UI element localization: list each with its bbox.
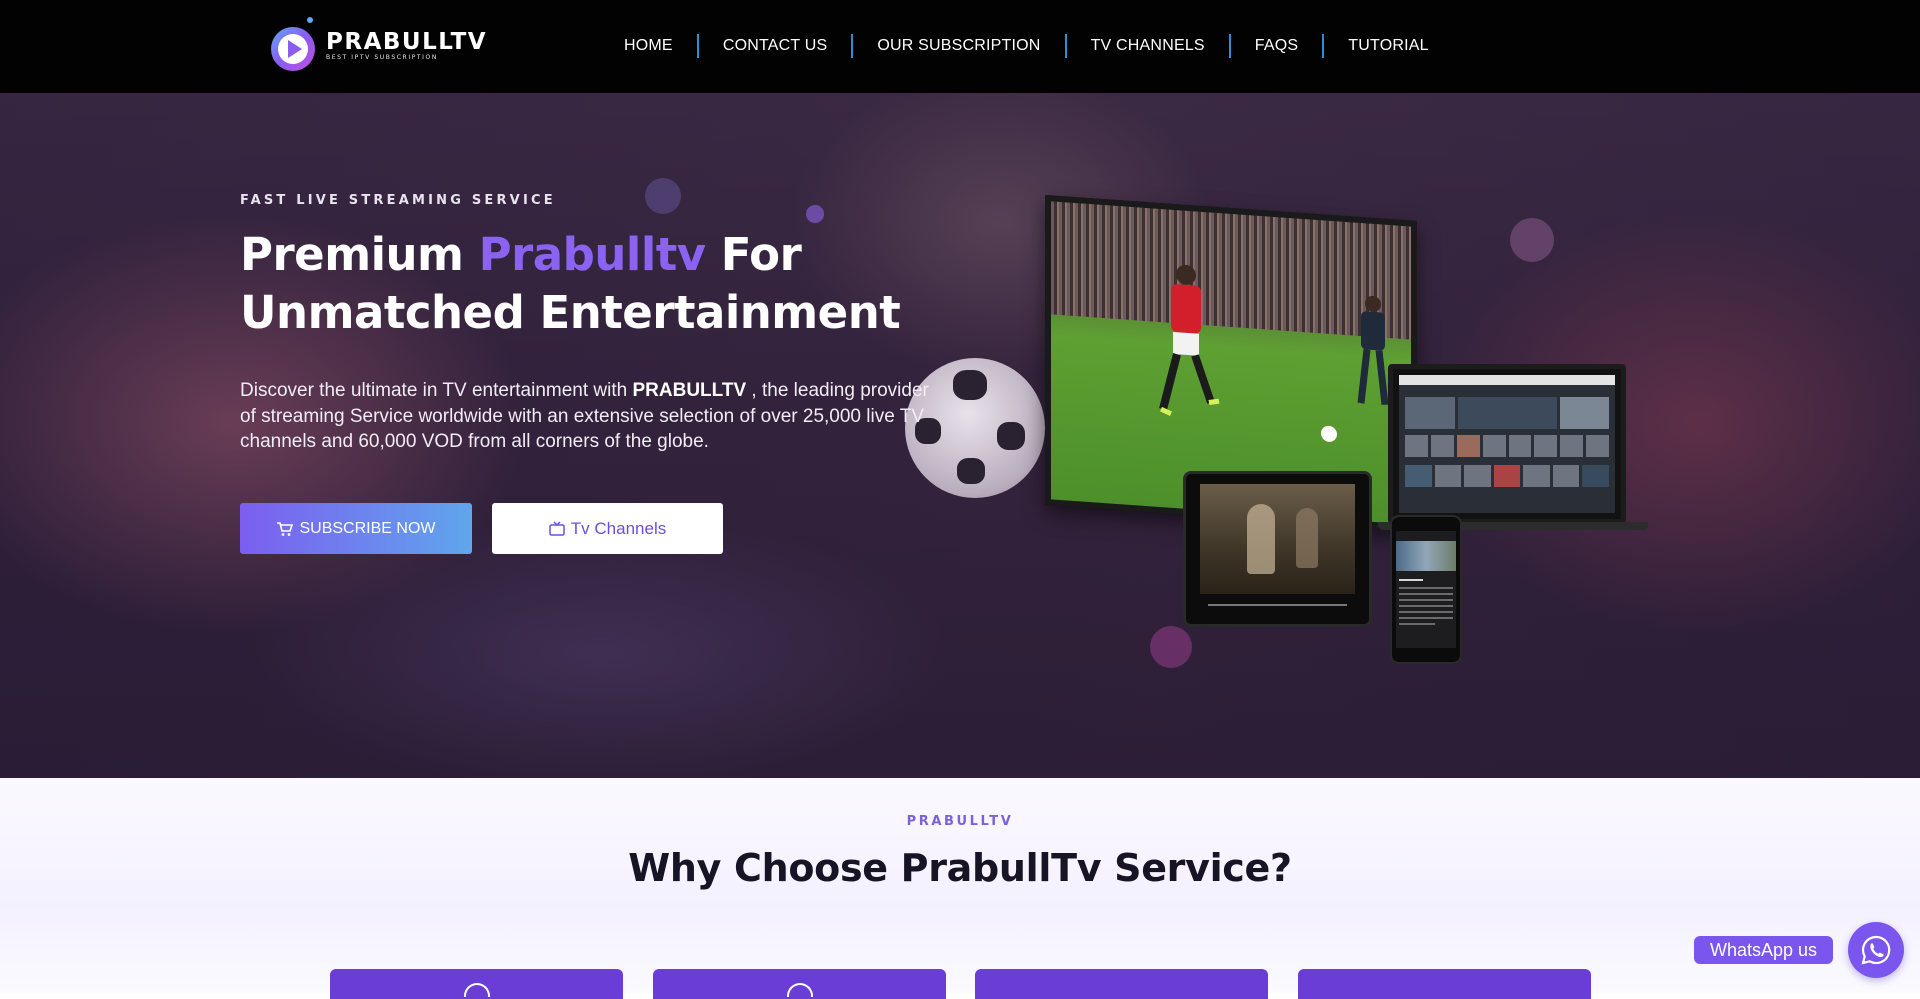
device-tablet: [1183, 471, 1372, 627]
main-nav: HOME CONTACT US OUR SUBSCRIPTION TV CHAN…: [600, 33, 1453, 59]
tv-channels-button[interactable]: Tv Channels: [492, 503, 723, 554]
nav-contact-us[interactable]: CONTACT US: [699, 33, 852, 59]
brand-name: PRABULLTV: [326, 28, 488, 55]
section-title: Why Choose PrabullTv Service?: [628, 846, 1292, 890]
feature-icon: [463, 983, 490, 997]
section-eyebrow: PRABULLTV: [906, 814, 1014, 829]
feature-icon: [786, 983, 813, 997]
feature-card[interactable]: [330, 969, 623, 999]
hero-title-accent: Prabulltv: [478, 228, 706, 281]
tv-channels-label: Tv Channels: [570, 518, 667, 538]
hero-title-prefix: Premium: [240, 228, 479, 281]
game-ball: [1321, 425, 1337, 443]
hero-section: FAST LIVE STREAMING SERVICE Premium Prab…: [0, 93, 1920, 778]
feature-card[interactable]: [653, 969, 946, 999]
nav-faqs[interactable]: FAQS: [1231, 33, 1322, 59]
site-header: PRABULLTV BEST IPTV SUBSCRIPTION HOME CO…: [0, 0, 1920, 93]
feature-card[interactable]: [1298, 969, 1591, 999]
brand-logo[interactable]: PRABULLTV BEST IPTV SUBSCRIPTION: [270, 16, 487, 74]
decor-bubble: [1150, 626, 1192, 668]
subscribe-now-label: SUBSCRIBE NOW: [299, 519, 436, 537]
nav-tutorial[interactable]: TUTORIAL: [1324, 33, 1452, 59]
nav-tv-channels[interactable]: TV CHANNELS: [1067, 33, 1229, 59]
hero-desc-brand: PRABULLTV: [632, 380, 747, 401]
brand-tagline: BEST IPTV SUBSCRIPTION: [326, 53, 438, 61]
decor-bubble: [645, 178, 681, 214]
logo-play-icon: [270, 16, 316, 74]
decor-bubble: [1510, 218, 1554, 262]
nav-home[interactable]: HOME: [600, 33, 697, 59]
hero-description: Discover the ultimate in TV entertainmen…: [240, 378, 930, 455]
whatsapp-icon: [1861, 935, 1891, 965]
tv-icon: [549, 521, 565, 536]
nav-our-subscription[interactable]: OUR SUBSCRIPTION: [853, 33, 1064, 59]
player-figure: [1159, 264, 1220, 417]
device-laptop: [1388, 364, 1626, 524]
hero-eyebrow: FAST LIVE STREAMING SERVICE: [240, 193, 556, 208]
hero-title: Premium Prabulltv For Unmatched Entertai…: [240, 226, 940, 342]
hero-desc-text: Discover the ultimate in TV entertainmen…: [240, 380, 633, 401]
subscribe-now-button[interactable]: SUBSCRIBE NOW: [240, 503, 472, 554]
device-phone: [1390, 515, 1462, 664]
cart-icon: [277, 521, 294, 536]
feature-card[interactable]: [975, 969, 1268, 999]
decor-bubble: [806, 205, 824, 223]
whatsapp-label[interactable]: WhatsApp us: [1694, 936, 1834, 964]
whatsapp-button[interactable]: [1848, 922, 1904, 978]
